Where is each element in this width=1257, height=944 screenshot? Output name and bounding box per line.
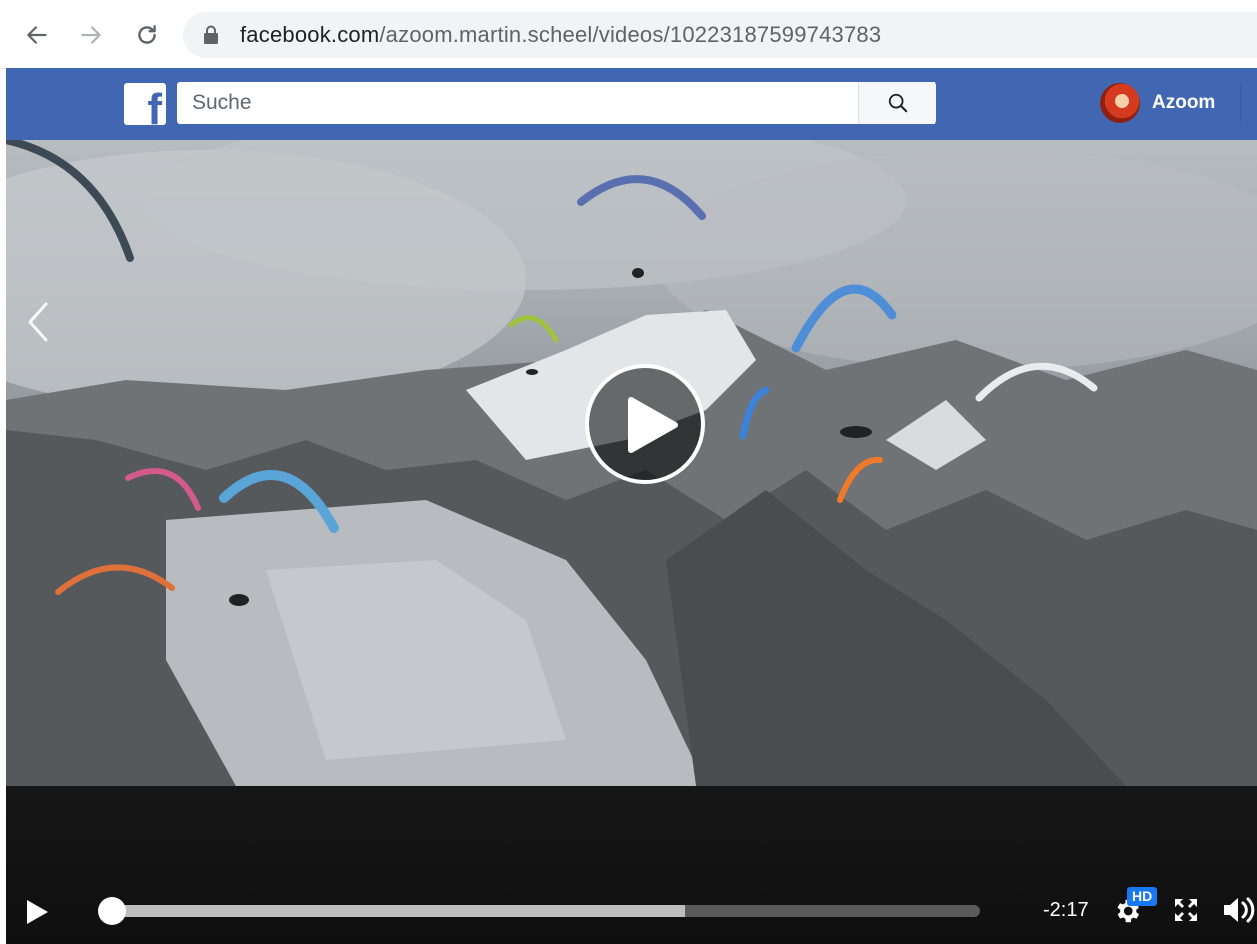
url-text[interactable]: facebook.com/azoom.martin.scheel/videos/… <box>240 22 881 48</box>
search-button[interactable] <box>858 82 936 124</box>
buffered-bar <box>112 905 685 917</box>
forward-button[interactable] <box>74 18 108 52</box>
hd-badge: HD <box>1127 887 1158 906</box>
arrow-left-icon <box>27 26 47 44</box>
avatar <box>1100 83 1140 123</box>
back-button[interactable] <box>20 18 54 52</box>
arrow-right-icon <box>81 26 101 44</box>
time-remaining: -2:17 <box>1043 899 1089 921</box>
url-path: /azoom.martin.scheel/videos/102231875997… <box>379 22 882 47</box>
logo-letter: f <box>147 85 162 126</box>
fullscreen-icon[interactable] <box>1172 896 1200 924</box>
play-button[interactable] <box>24 898 50 926</box>
header-divider <box>1240 84 1241 122</box>
volume-icon[interactable] <box>1222 894 1256 926</box>
play-overlay-button[interactable] <box>585 364 705 484</box>
url-domain: facebook.com <box>240 22 380 47</box>
reload-icon <box>138 25 156 44</box>
lock-icon <box>204 25 218 44</box>
browser-toolbar: facebook.com/azoom.martin.scheel/videos/… <box>0 0 1257 69</box>
progress-scrubber[interactable] <box>98 897 126 925</box>
search-input[interactable] <box>192 82 832 124</box>
facebook-logo[interactable]: f <box>124 83 166 125</box>
search-icon <box>888 93 907 113</box>
play-icon <box>628 397 678 453</box>
profile-link[interactable]: Azoom <box>1100 82 1215 124</box>
reload-button[interactable] <box>130 18 164 52</box>
previous-video-icon[interactable] <box>24 300 52 344</box>
profile-name: Azoom <box>1152 92 1216 113</box>
